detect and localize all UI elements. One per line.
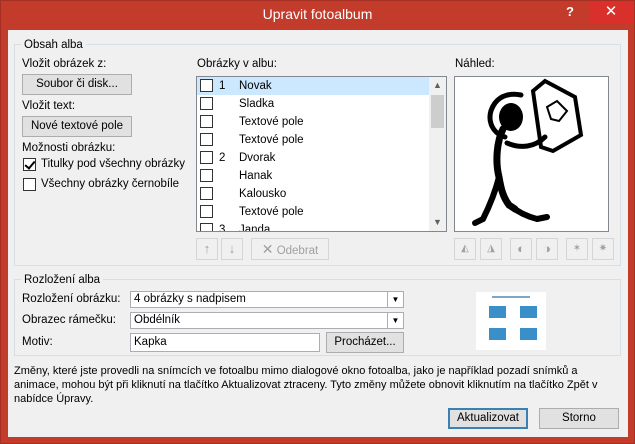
list-item-name: Textové pole bbox=[239, 206, 304, 218]
scroll-down-icon[interactable]: ▼ bbox=[429, 214, 446, 231]
picture-options-label: Možnosti obrázku: bbox=[22, 142, 116, 154]
frame-shape-label: Obrazec rámečku: bbox=[22, 314, 116, 326]
captions-checkbox[interactable] bbox=[23, 158, 36, 171]
list-item-name: Dvorak bbox=[239, 152, 276, 164]
insert-text-label: Vložit text: bbox=[22, 100, 76, 112]
scroll-up-icon[interactable]: ▲ bbox=[429, 77, 446, 94]
bw-checkbox[interactable] bbox=[23, 178, 36, 191]
list-item[interactable]: Sladka bbox=[197, 95, 429, 113]
list-item[interactable]: Kalousko bbox=[197, 185, 429, 203]
list-item-checkbox[interactable] bbox=[200, 223, 213, 231]
list-item-checkbox[interactable] bbox=[200, 151, 213, 164]
dialog-client: Obsah alba Vložit obrázek z: Soubor či d… bbox=[8, 30, 628, 437]
album-layout-legend: Rozložení alba bbox=[21, 273, 104, 287]
brightness-up-button[interactable]: ✶ bbox=[566, 238, 588, 260]
new-textbox-button[interactable]: Nové textové pole bbox=[22, 116, 132, 137]
list-scrollbar[interactable]: ▲ ▼ bbox=[429, 77, 446, 231]
dialog-window: Upravit fotoalbum ? ✕ Obsah alba Vložit … bbox=[0, 0, 635, 444]
brightness-up-icon: ✶ bbox=[572, 243, 582, 254]
move-up-button[interactable]: ↑ bbox=[196, 238, 218, 260]
remove-button-label: Odebrat bbox=[276, 245, 319, 257]
list-item[interactable]: Textové pole bbox=[197, 203, 429, 221]
list-item[interactable]: Textové pole bbox=[197, 113, 429, 131]
browse-button[interactable]: Procházet... bbox=[326, 332, 404, 353]
captions-label[interactable]: Titulky pod všechny obrázky bbox=[41, 158, 185, 170]
list-item-name: Textové pole bbox=[239, 116, 304, 128]
rotate-left-button[interactable]: ◭ bbox=[454, 238, 476, 260]
pictures-list[interactable]: 1 Novak Sladka Textové pole Textové pole bbox=[196, 76, 447, 232]
rotate-right-button[interactable]: ◮ bbox=[480, 238, 502, 260]
list-item-number: 2 bbox=[219, 152, 226, 164]
list-item[interactable]: 2 Dvorak bbox=[197, 149, 429, 167]
preview-label: Náhled: bbox=[455, 58, 495, 70]
contrast-down-button[interactable]: ◑ bbox=[536, 238, 558, 260]
list-item-checkbox[interactable] bbox=[200, 115, 213, 128]
remove-x-icon: ✕ bbox=[261, 241, 274, 257]
list-item-checkbox[interactable] bbox=[200, 133, 213, 146]
picture-layout-value: 4 obrázky s nadpisem bbox=[134, 293, 246, 305]
move-down-button[interactable]: ↓ bbox=[221, 238, 243, 260]
insert-picture-label: Vložit obrázek z: bbox=[22, 58, 107, 70]
contrast-down-icon: ◑ bbox=[543, 241, 551, 256]
list-item-checkbox[interactable] bbox=[200, 205, 213, 218]
list-item-name: Sladka bbox=[239, 98, 275, 110]
arrow-up-icon: ↑ bbox=[203, 241, 211, 256]
list-item-checkbox[interactable] bbox=[200, 97, 213, 110]
theme-input[interactable]: Kapka bbox=[130, 333, 320, 352]
file-disk-button[interactable]: Soubor či disk... bbox=[22, 74, 132, 95]
list-item-name: Kalousko bbox=[239, 188, 287, 200]
rotate-right-icon: ◮ bbox=[487, 243, 495, 254]
list-item-name: Novak bbox=[239, 80, 272, 92]
list-item[interactable]: 3 Janda bbox=[197, 221, 429, 232]
list-item-number: 3 bbox=[219, 224, 226, 232]
bw-label[interactable]: Všechny obrázky černobíle bbox=[41, 178, 179, 190]
list-item-checkbox[interactable] bbox=[200, 187, 213, 200]
list-item-number: 1 bbox=[219, 80, 226, 92]
list-item-name: Textové pole bbox=[239, 134, 304, 146]
list-item[interactable]: Hanak bbox=[197, 167, 429, 185]
album-content-legend: Obsah alba bbox=[21, 38, 86, 52]
dialog-title: Upravit fotoalbum bbox=[262, 6, 373, 22]
arrow-down-icon: ↓ bbox=[228, 241, 236, 256]
chevron-down-icon[interactable]: ▼ bbox=[387, 313, 403, 328]
list-item-checkbox[interactable] bbox=[200, 79, 213, 92]
picture-layout-label: Rozložení obrázku: bbox=[22, 293, 121, 305]
remove-button[interactable]: ✕ Odebrat bbox=[251, 238, 329, 260]
chevron-down-icon[interactable]: ▼ bbox=[387, 292, 403, 307]
frame-shape-value: Obdélník bbox=[134, 314, 181, 326]
theme-label: Motiv: bbox=[22, 336, 53, 348]
brightness-down-icon: ✷ bbox=[598, 243, 608, 254]
pictures-list-label: Obrázky v albu: bbox=[197, 58, 277, 70]
info-text: Změny, které jste provedli na snímcích v… bbox=[14, 365, 598, 405]
scroll-thumb[interactable] bbox=[431, 95, 444, 128]
rotate-left-icon: ◭ bbox=[461, 243, 469, 254]
list-item-checkbox[interactable] bbox=[200, 169, 213, 182]
preview-image bbox=[472, 78, 584, 226]
list-item-name: Janda bbox=[239, 224, 271, 232]
list-item[interactable]: Textové pole bbox=[197, 131, 429, 149]
close-button[interactable]: ✕ bbox=[589, 1, 633, 23]
help-button[interactable]: ? bbox=[557, 1, 583, 23]
picture-layout-select[interactable]: 4 obrázky s nadpisem ▼ bbox=[130, 291, 404, 308]
cancel-button[interactable]: Storno bbox=[539, 408, 619, 429]
preview-pane bbox=[454, 76, 609, 232]
contrast-up-icon: ◐ bbox=[517, 241, 525, 256]
update-button[interactable]: Aktualizovat bbox=[448, 408, 528, 429]
contrast-up-button[interactable]: ◐ bbox=[510, 238, 532, 260]
list-item-name: Hanak bbox=[239, 170, 273, 182]
brightness-down-button[interactable]: ✷ bbox=[592, 238, 614, 260]
list-item[interactable]: 1 Novak bbox=[197, 77, 429, 95]
layout-thumbnail bbox=[476, 292, 546, 350]
frame-shape-select[interactable]: Obdélník ▼ bbox=[130, 312, 404, 329]
